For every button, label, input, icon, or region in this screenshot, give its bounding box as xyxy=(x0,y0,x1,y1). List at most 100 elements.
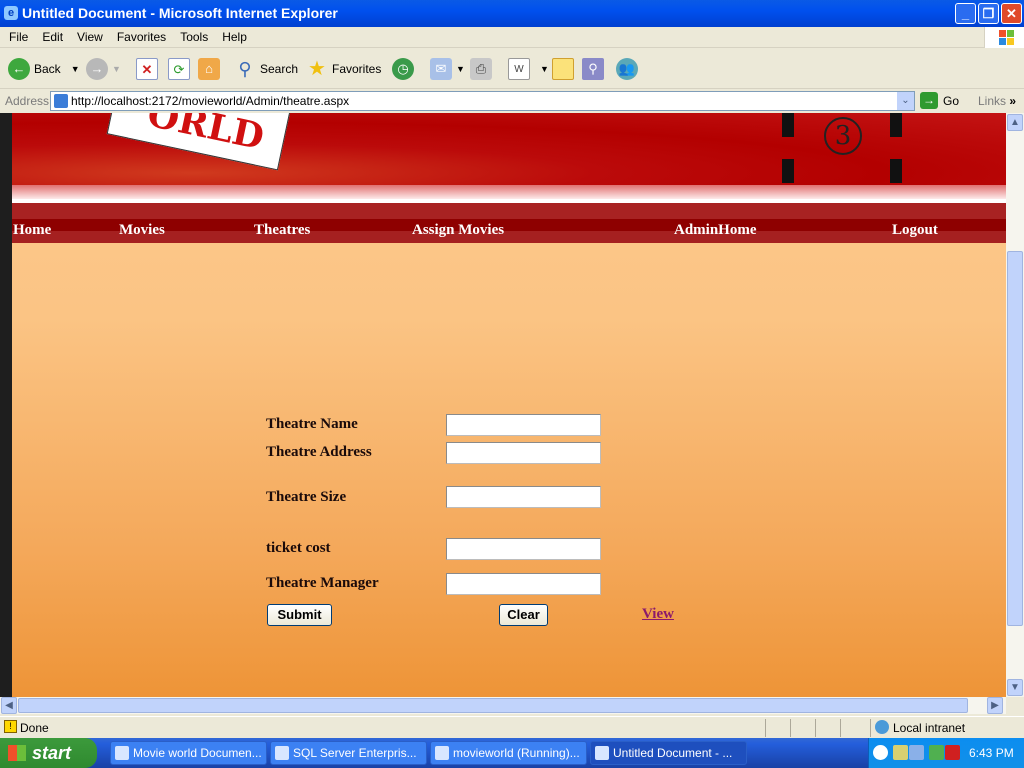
menu-edit[interactable]: Edit xyxy=(35,27,70,47)
menu-file[interactable]: File xyxy=(0,27,35,47)
security-zone: Local intranet xyxy=(893,721,966,735)
search-button[interactable]: ⚲ Search xyxy=(234,55,298,83)
messenger-button[interactable]: 👥 xyxy=(616,55,642,83)
address-url: http://localhost:2172/movieworld/Admin/t… xyxy=(71,94,350,108)
back-dropdown-icon[interactable]: ▼ xyxy=(71,64,80,74)
warning-icon: ! xyxy=(4,720,17,733)
banner-fade xyxy=(12,185,1006,199)
nav-movies[interactable]: Movies xyxy=(119,222,165,239)
menu-help[interactable]: Help xyxy=(215,27,254,47)
print-button[interactable]: ⎙ xyxy=(470,55,496,83)
messenger-icon: 👥 xyxy=(616,58,638,80)
sql-service-icon[interactable] xyxy=(929,745,944,760)
ticket-cost-label: ticket cost xyxy=(266,540,331,556)
go-label: Go xyxy=(943,93,960,108)
minimize-button[interactable]: _ xyxy=(955,3,976,24)
windows-logo-icon xyxy=(984,27,1024,48)
clear-button[interactable]: Clear xyxy=(499,604,548,626)
address-dropdown-icon[interactable]: ⌄ xyxy=(897,92,914,110)
network-icon[interactable] xyxy=(893,745,908,760)
print-icon: ⎙ xyxy=(470,58,492,80)
nav-logout[interactable]: Logout xyxy=(892,222,938,239)
favorites-button[interactable]: ★ Favorites xyxy=(306,55,381,83)
edit-button[interactable]: W ▼ xyxy=(508,55,549,83)
menu-favorites[interactable]: Favorites xyxy=(110,27,173,47)
forward-button[interactable]: → ▼ xyxy=(86,55,121,83)
discuss-button[interactable] xyxy=(552,55,578,83)
status-divider xyxy=(790,719,791,737)
edit-dropdown-icon[interactable]: ▼ xyxy=(540,64,549,74)
theatre-size-input[interactable] xyxy=(446,486,601,508)
theatre-name-label: Theatre Name xyxy=(266,416,358,432)
theatre-name-input[interactable] xyxy=(446,414,601,436)
close-button[interactable]: ✕ xyxy=(1001,3,1022,24)
menu-view[interactable]: View xyxy=(70,27,110,47)
task-label: SQL Server Enterpris... xyxy=(293,746,417,760)
network-connection-icon[interactable] xyxy=(909,745,924,760)
antivirus-icon[interactable] xyxy=(945,745,960,760)
status-divider xyxy=(815,719,816,737)
favorites-star-icon: ★ xyxy=(308,58,326,80)
address-input[interactable]: http://localhost:2172/movieworld/Admin/t… xyxy=(50,91,915,111)
links-button[interactable]: Links » xyxy=(978,94,1016,108)
start-button[interactable]: start xyxy=(0,738,97,768)
status-divider xyxy=(765,719,766,737)
mail-button[interactable]: ✉ ▼ xyxy=(430,55,465,83)
search-label: Search xyxy=(260,62,299,76)
refresh-icon: ⟳ xyxy=(168,58,190,80)
scroll-left-icon[interactable]: ◀ xyxy=(1,697,17,714)
window-title: Untitled Document - Microsoft Internet E… xyxy=(22,5,338,21)
clock: 6:43 PM xyxy=(969,746,1014,760)
restore-button[interactable]: ❐ xyxy=(978,3,999,24)
main-nav: Home Movies Theatres Assign Movies Admin… xyxy=(12,219,1006,243)
mail-dropdown-icon[interactable]: ▼ xyxy=(456,64,465,74)
research-button[interactable]: ⚲ xyxy=(582,55,608,83)
view-link[interactable]: View xyxy=(642,606,674,623)
forward-arrow-icon: → xyxy=(86,58,108,80)
scroll-right-icon[interactable]: ▶ xyxy=(987,697,1003,714)
menu-tools[interactable]: Tools xyxy=(173,27,215,47)
submit-button[interactable]: Submit xyxy=(267,604,332,626)
nav-admin-home[interactable]: AdminHome xyxy=(674,222,757,239)
mail-icon: ✉ xyxy=(430,58,452,80)
links-label: Links xyxy=(978,94,1007,108)
go-arrow-icon: → xyxy=(920,92,938,109)
task-label: Untitled Document - ... xyxy=(613,746,733,760)
scroll-corner xyxy=(1006,697,1024,714)
scroll-down-icon[interactable]: ▼ xyxy=(1007,679,1023,696)
taskbar-item-word[interactable]: Movie world Documen... xyxy=(110,741,267,765)
nav-theatres[interactable]: Theatres xyxy=(254,222,310,239)
ticket-cost-input[interactable] xyxy=(446,538,601,560)
taskbar-item-sql-server[interactable]: SQL Server Enterpris... xyxy=(270,741,427,765)
nav-home[interactable]: Home xyxy=(13,222,51,239)
taskbar-item-visual-studio[interactable]: movieworld (Running)... xyxy=(430,741,587,765)
scroll-up-icon[interactable]: ▲ xyxy=(1007,114,1023,131)
film-strip-graphic: 3 xyxy=(782,113,902,183)
go-button[interactable]: → Go xyxy=(920,92,959,109)
refresh-button[interactable]: ⟳ xyxy=(168,55,194,83)
vertical-scrollbar[interactable]: ▲ ▼ xyxy=(1006,113,1024,697)
menu-bar: File Edit View Favorites Tools Help xyxy=(0,27,1024,48)
horizontal-scroll-thumb[interactable] xyxy=(18,698,968,713)
sql-server-icon xyxy=(275,746,289,760)
back-button[interactable]: ← Back ▼ xyxy=(8,55,80,83)
intranet-globe-icon xyxy=(875,720,889,734)
history-icon: ◷ xyxy=(392,58,414,80)
theatre-address-input[interactable] xyxy=(446,442,601,464)
nav-assign-movies[interactable]: Assign Movies xyxy=(412,222,504,239)
task-label: movieworld (Running)... xyxy=(453,746,580,760)
stop-button[interactable]: ✕ xyxy=(136,55,162,83)
vertical-scroll-thumb[interactable] xyxy=(1007,251,1023,626)
page-viewport: ORLD 3 Home Movies Theatres Assign Movie… xyxy=(0,113,1006,697)
horizontal-scrollbar[interactable]: ◀ ▶ xyxy=(0,697,1006,714)
visual-studio-icon xyxy=(435,746,449,760)
page-icon xyxy=(54,94,68,108)
home-button[interactable]: ⌂ xyxy=(198,55,224,83)
history-button[interactable]: ◷ xyxy=(392,55,418,83)
taskbar-item-ie[interactable]: Untitled Document - ... xyxy=(590,741,747,765)
theatre-manager-input[interactable] xyxy=(446,573,601,595)
word-doc-icon xyxy=(115,746,129,760)
window-titlebar: e Untitled Document - Microsoft Internet… xyxy=(0,0,1024,27)
stop-icon: ✕ xyxy=(136,58,158,80)
show-hidden-icons-icon[interactable] xyxy=(873,745,888,760)
